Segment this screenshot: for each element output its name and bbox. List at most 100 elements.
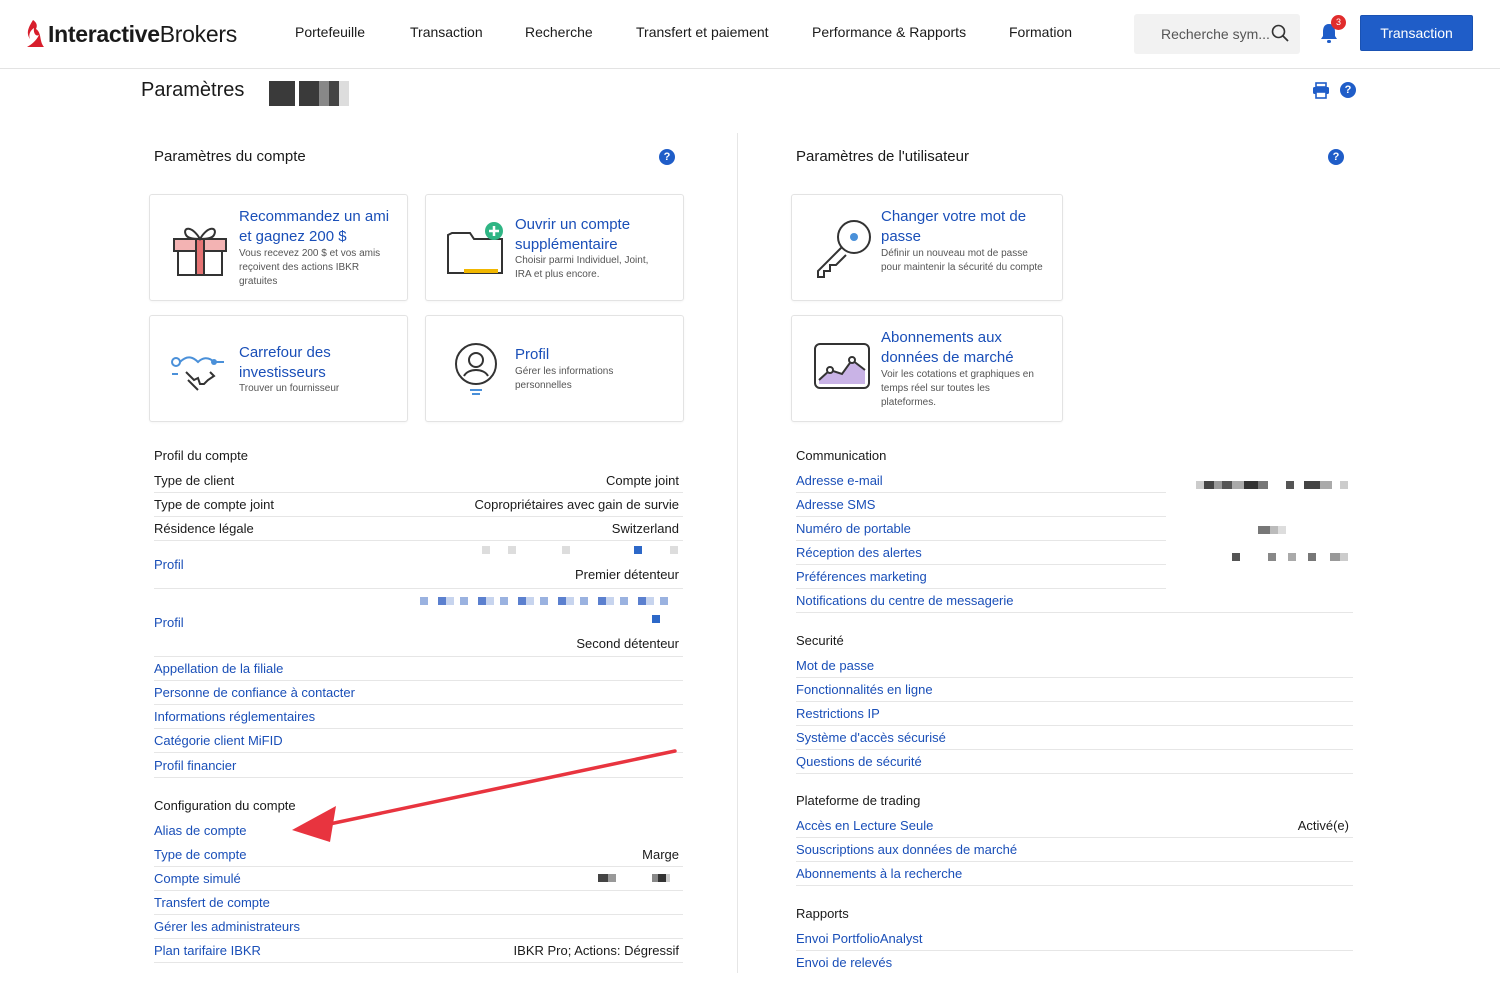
link-label: Préférences marketing: [796, 569, 927, 584]
table-row[interactable]: Compte simulé: [154, 867, 683, 891]
link-secure-login[interactable]: Système d'accès sécurisé: [796, 726, 1353, 750]
user-profile-icon: [455, 343, 497, 395]
link-mobile[interactable]: Numéro de portable: [796, 517, 1166, 541]
link-label: Notifications du centre de messagerie: [796, 593, 1014, 608]
table-row[interactable]: Plan tarifaire IBKR IBKR Pro; Actions: Dé…: [154, 939, 683, 963]
table-row[interactable]: Abonnements à la recherche: [796, 862, 1353, 886]
transaction-button[interactable]: Transaction: [1360, 15, 1473, 51]
link-alerts[interactable]: Réception des alertes: [796, 541, 1166, 565]
row-key: Résidence légale: [154, 521, 254, 536]
user-settings-help-icon[interactable]: ?: [1328, 149, 1344, 165]
user-settings-title: Paramètres de l'utilisateur: [796, 148, 969, 165]
link-email[interactable]: Adresse e-mail: [796, 469, 1166, 493]
link-sms[interactable]: Adresse SMS: [796, 493, 1166, 517]
card-desc: Choisir parmi Individuel, Joint, IRA et …: [515, 255, 649, 280]
redacted-name: [420, 597, 670, 605]
table-row[interactable]: Gérer les administrateurs: [154, 915, 683, 939]
link-account-transfer[interactable]: Transfert de compte: [154, 891, 270, 915]
link-account-alias[interactable]: Alias de compte: [154, 819, 247, 843]
redacted-alerts: [1232, 553, 1348, 561]
card-refer-friend[interactable]: Recommandez un ami et gagnez 200 $ Vous …: [149, 194, 408, 301]
redacted-phone: [1258, 526, 1286, 534]
redacted-name: [652, 615, 660, 623]
communication-title: Communication: [796, 448, 887, 463]
link-paper-account[interactable]: Compte simulé: [154, 867, 241, 891]
nav-transaction[interactable]: Transaction: [410, 24, 483, 40]
card-change-password[interactable]: Changer votre mot de passe Définir un no…: [791, 194, 1063, 301]
redacted-account-id: [269, 81, 349, 106]
table-row: Résidence légale Switzerland: [154, 517, 683, 541]
nav-performance[interactable]: Performance & Rapports: [812, 24, 966, 40]
link-financial-profile[interactable]: Profil financier: [154, 754, 683, 778]
nav-recherche[interactable]: Recherche: [525, 24, 593, 40]
gift-icon: [173, 227, 227, 276]
printer-icon[interactable]: [1312, 82, 1330, 99]
nav-transfert[interactable]: Transfert et paiement: [636, 24, 769, 40]
link-regulatory-info[interactable]: Informations réglementaires: [154, 705, 683, 729]
profile-link[interactable]: Profil: [154, 611, 184, 635]
help-icon[interactable]: ?: [1340, 82, 1356, 98]
card-title: Changer votre mot de passe: [881, 208, 1027, 245]
card-profile[interactable]: Profil Gérer les informations personnell…: [425, 315, 684, 422]
link-label: Fonctionnalités en ligne: [796, 682, 933, 697]
card-desc: Gérer les informations personnelles: [515, 366, 614, 391]
table-row[interactable]: Type de compte Marge: [154, 843, 683, 867]
link-trusted-contact[interactable]: Personne de confiance à contacter: [154, 681, 683, 705]
link-account-type[interactable]: Type de compte: [154, 843, 247, 867]
link-subsidiary-name[interactable]: Appellation de la filiale: [154, 657, 683, 681]
table-row[interactable]: Souscriptions aux données de marché: [796, 838, 1353, 862]
card-desc: Trouver un fournisseur: [239, 383, 340, 394]
link-label: Personne de confiance à contacter: [154, 685, 355, 700]
link-ip-restrictions[interactable]: Restrictions IP: [796, 702, 1353, 726]
link-label: Envoi PortfolioAnalyst: [796, 931, 923, 946]
link-marketing[interactable]: Préférences marketing: [796, 565, 1166, 589]
link-market-data-subs[interactable]: Souscriptions aux données de marché: [796, 838, 1017, 862]
link-label: Réception des alertes: [796, 545, 922, 560]
link-security-questions[interactable]: Questions de sécurité: [796, 750, 1353, 774]
card-desc: Définir un nouveau mot de passe pour mai…: [881, 248, 1043, 273]
symbol-search-input[interactable]: Recherche sym...: [1134, 14, 1300, 54]
link-portfolioanalyst[interactable]: Envoi PortfolioAnalyst: [796, 927, 1353, 951]
link-label: Questions de sécurité: [796, 754, 922, 769]
row-value: Marge: [642, 847, 679, 862]
link-label: Appellation de la filiale: [154, 661, 284, 676]
security-title: Securité: [796, 633, 844, 648]
table-row: Profil Second détenteur: [154, 589, 683, 657]
link-manage-admins[interactable]: Gérer les administrateurs: [154, 915, 300, 939]
redacted-email: [1196, 481, 1348, 489]
nav-formation[interactable]: Formation: [1009, 24, 1072, 40]
card-market-data[interactable]: Abonnements aux données de marché Voir l…: [791, 315, 1063, 422]
profile-section-title: Profil du compte: [154, 448, 248, 463]
nav-portefeuille[interactable]: Portefeuille: [295, 24, 365, 40]
link-online-features[interactable]: Fonctionnalités en ligne: [796, 678, 1353, 702]
table-row: Type de compte joint Copropriétaires avec…: [154, 493, 683, 517]
redacted-id: [598, 874, 670, 882]
card-desc: Vous recevez 200 $ et vos amis reçoivent…: [239, 248, 381, 287]
row-key: Type de compte joint: [154, 497, 274, 512]
link-research-subs[interactable]: Abonnements à la recherche: [796, 862, 962, 886]
folder-add-icon: [447, 222, 503, 274]
link-password[interactable]: Mot de passe: [796, 654, 1353, 678]
logo-light-text: Brokers: [159, 20, 237, 47]
card-title: Profil: [515, 346, 550, 363]
link-statements[interactable]: Envoi de relevés: [796, 951, 1353, 975]
card-investor-marketplace[interactable]: Carrefour des investisseurs Trouver un f…: [149, 315, 408, 422]
column-divider: [737, 133, 738, 973]
link-pricing-plan[interactable]: Plan tarifaire IBKR: [154, 939, 261, 963]
card-title: Recommandez un ami et gagnez 200 $: [239, 208, 390, 245]
row-value: Premier détenteur: [574, 567, 679, 582]
link-label: Informations réglementaires: [154, 709, 316, 724]
link-message-center[interactable]: Notifications du centre de messagerie: [796, 589, 1353, 613]
row-value: Compte joint: [606, 473, 679, 488]
link-mifid-category[interactable]: Catégorie client MiFID: [154, 729, 683, 753]
ibkr-logo[interactable]: InteractiveBrokers: [24, 14, 237, 54]
link-read-only-access[interactable]: Accès en Lecture Seule: [796, 814, 933, 838]
account-settings-help-icon[interactable]: ?: [659, 149, 675, 165]
table-row[interactable]: Transfert de compte: [154, 891, 683, 915]
card-open-account[interactable]: Ouvrir un compte supplémentaire Choisir …: [425, 194, 684, 301]
profile-link[interactable]: Profil: [154, 553, 184, 577]
table-row[interactable]: Alias de compte: [154, 819, 683, 843]
search-icon[interactable]: [1271, 24, 1289, 42]
link-label: Adresse SMS: [796, 497, 876, 512]
table-row[interactable]: Accès en Lecture Seule Activé(e): [796, 814, 1353, 838]
